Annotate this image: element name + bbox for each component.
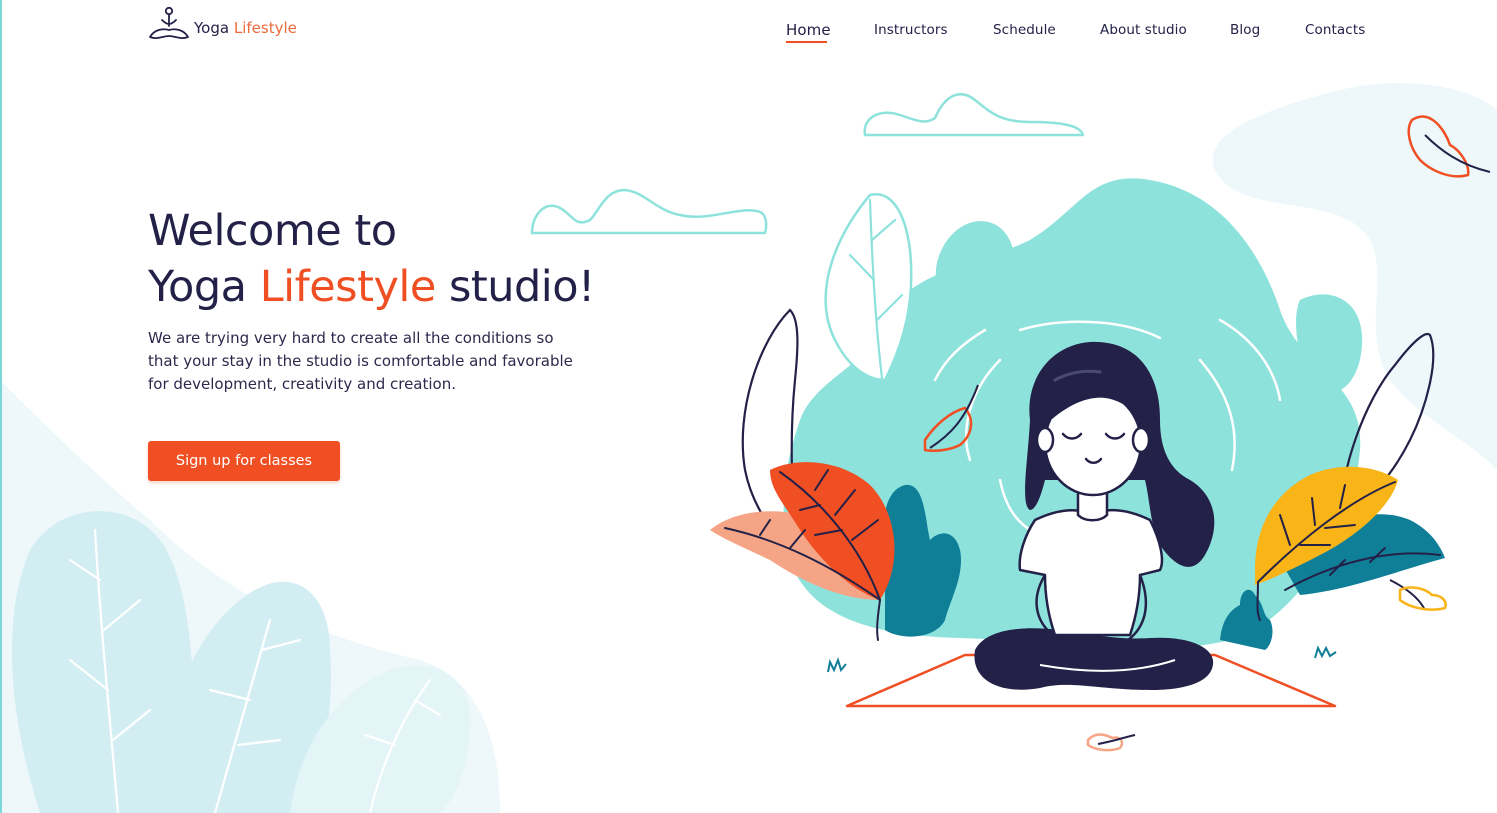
nav-active-indicator (786, 41, 827, 43)
nav-item-blog[interactable]: Blog (1230, 22, 1260, 38)
hero-title-line2-b: studio! (435, 262, 595, 312)
left-edge-accent (0, 0, 2, 813)
nav-item-home[interactable]: Home (786, 21, 831, 39)
hero-title-line2-a: Yoga (148, 262, 260, 312)
sign-up-button[interactable]: Sign up for classes (148, 441, 340, 481)
hero-description: We are trying very hard to create all th… (148, 329, 573, 393)
main-nav: Home Instructors Schedule About studio B… (0, 21, 1497, 46)
hero-illustration (0, 82, 1497, 813)
nav-item-about-studio[interactable]: About studio (1100, 22, 1187, 38)
outline-leaf-tall (824, 193, 913, 382)
nav-item-instructors[interactable]: Instructors (874, 22, 948, 38)
nav-item-contacts[interactable]: Contacts (1305, 22, 1365, 38)
hero-title-line1: Welcome to (148, 206, 397, 256)
page: Yoga Lifestyle Home Instructors Schedule… (0, 0, 1497, 813)
hero-title-accent: Lifestyle (259, 262, 437, 312)
nav-item-schedule[interactable]: Schedule (993, 22, 1056, 38)
hero-title: Welcome to Yoga Lifestyle studio! (148, 203, 595, 315)
cloud-top (863, 93, 1085, 137)
